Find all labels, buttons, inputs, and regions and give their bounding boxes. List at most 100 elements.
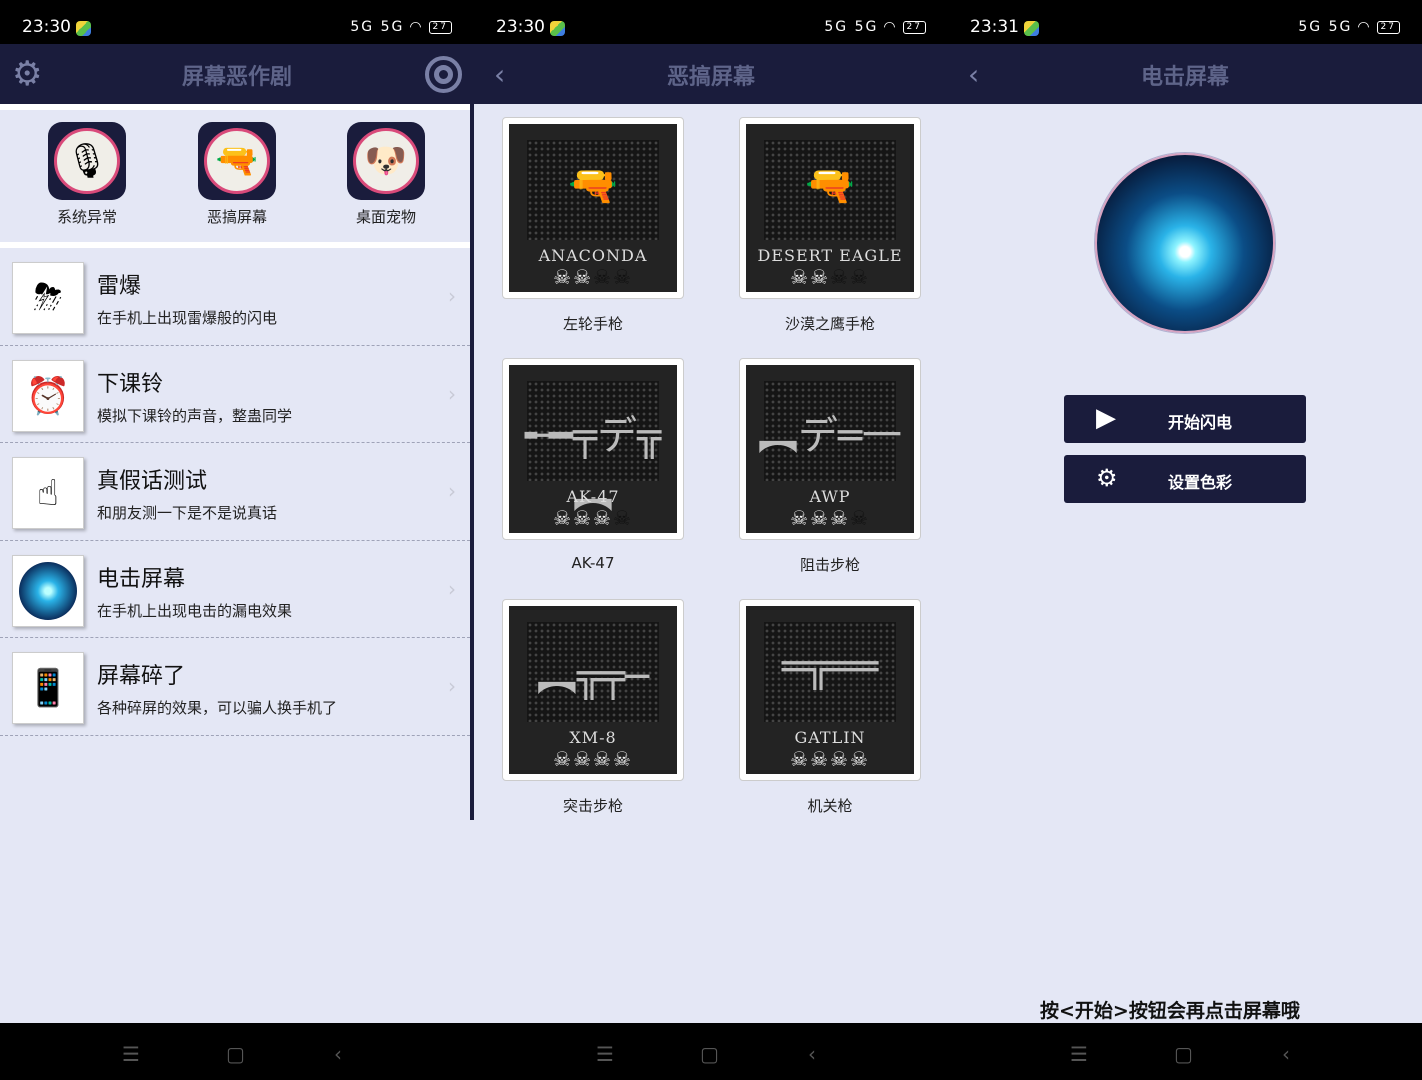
back-nav-icon[interactable]: ‹ [1282,1042,1290,1066]
menu-icon[interactable]: ☰ [596,1042,614,1066]
skull-icon: ☠ [612,265,633,289]
storm-icon: ⛈ [33,277,63,318]
category-prank-screen[interactable]: 🔫 恶搞屏幕 [187,122,287,227]
skull-rating: ☠☠☠☠ [509,747,677,771]
gun-name: DESERT EAGLE [757,246,903,265]
home-icon[interactable]: ▢ [1174,1042,1193,1066]
gun-caption: 突击步枪 [562,797,623,815]
item-subtitle: 和朋友测一下是不是说真话 [97,504,278,522]
gun-name: XM-8 [569,728,617,747]
list-item[interactable]: 📱 屏幕碎了 各种碎屏的效果，可以骗人换手机了 › [0,638,470,736]
gun-item[interactable]: ︻デ═一 AWP ☠☠☠☠ 阻击步枪 [739,358,921,575]
item-subtitle: 在手机上出现电击的漏电效果 [97,601,293,620]
list-item[interactable]: ⏰ 下课铃 模拟下课铃的声音，整蛊同学 › [0,346,470,443]
page-title: 恶搞屏幕 [666,65,755,90]
skull-icon: ☠ [849,747,870,771]
gun-card: 🔫 DESERT EAGLE ☠☠☠☠ [739,117,921,299]
home-icon[interactable]: ▢ [226,1042,245,1066]
skull-rating: ☠☠☠☠ [746,747,914,771]
camera-shutter-icon[interactable] [425,56,462,93]
category-label: 恶搞屏幕 [206,208,267,226]
skull-icon: ☠ [612,506,633,530]
gun-caption: AK-47 [571,554,615,572]
skull-rating: ☠☠☠☠ [746,265,914,289]
system-nav-bar: ☰ ▢ ‹ [948,1023,1422,1080]
menu-icon[interactable]: ☰ [1070,1042,1088,1066]
signal-icon: 5G 5G [350,19,405,35]
chevron-right-icon: › [448,479,456,503]
gun-item[interactable]: 🔫 DESERT EAGLE ☠☠☠☠ 沙漠之鹰手枪 [739,117,921,334]
skull-icon: ☠ [573,747,593,771]
category-system-error[interactable]: 🎙 系统异常 [37,122,137,227]
back-nav-icon[interactable]: ‹ [334,1042,342,1066]
item-subtitle: 各种碎屏的效果，可以骗人换手机了 [97,699,338,717]
status-icons: 5G 5G ◠ 27 [824,19,926,35]
skull-icon: ☠ [593,747,613,771]
menu-icon[interactable]: ☰ [122,1042,140,1066]
list-item[interactable]: 电击屏幕 在手机上出现电击的漏电效果 › [0,541,470,638]
wifi-icon: ◠ [1357,19,1372,35]
prank-screen: 23:30 5G 5G ◠ 27 ‹ 恶搞屏幕 🔫 ANACONDA ☠☠☠☠ 左轮手枪 🔫… [474,0,948,1080]
skull-icon: ☠ [573,265,593,289]
phone-icon: 📱 [25,668,71,709]
skull-icon: ☠ [553,747,574,771]
feature-list: ⛈ 雷爆 在手机上出现雷爆般的闪电 › ⏰ 下课铃 模拟下课铃的声音，整蛊同学 … [0,248,470,736]
gun-name: AK-47 [566,487,620,506]
dog-icon: 🐶 [353,128,419,194]
hint-text: 按<开始>按钮会再点击屏幕哦 [1040,1000,1300,1022]
gun-item[interactable]: 🔫 ANACONDA ☠☠☠☠ 左轮手枪 [502,117,684,334]
app-notification-icon [1024,21,1039,36]
fingerprint-icon: ☝ [37,472,59,514]
skull-rating: ☠☠☠☠ [509,506,677,530]
skull-rating: ☠☠☠☠ [746,506,914,530]
pistol-icon: 🔫 [204,128,270,194]
main-menu-screen: 23:30 5G 5G ◠ 27 ⚙ 屏幕恶作剧 🎙 系统异常 🔫 恶搞屏幕 🐶 桌… [0,0,474,1080]
status-bar: 23:31 5G 5G ◠ 27 [948,0,1422,44]
gun-icon: 🔫 [568,163,618,209]
skull-icon: ☠ [612,747,633,771]
category-label: 系统异常 [56,208,117,226]
gun-caption: 左轮手枪 [562,315,623,333]
item-title: 屏幕碎了 [97,664,186,689]
battery-icon: 27 [1376,20,1400,34]
gun-name: GATLIN [794,728,866,747]
top-bar: ⚙ 屏幕恶作剧 [0,44,474,104]
back-nav-icon[interactable]: ‹ [808,1042,816,1066]
skull-icon: ☠ [810,747,830,771]
skull-icon: ☠ [553,265,574,289]
gun-item[interactable]: ═╦══ GATLIN ☠☠☠☠ 机关枪 [739,599,921,816]
gun-item[interactable]: ︻╦╤─ XM-8 ☠☠☠☠ 突击步枪 [502,599,684,816]
chevron-right-icon: › [448,284,456,308]
gun-name: AWP [809,487,851,506]
status-bar: 23:30 5G 5G ◠ 27 [474,0,948,44]
chevron-right-icon: › [448,674,456,698]
skull-icon: ☠ [810,506,830,530]
electric-screen: 23:31 5G 5G ◠ 27 ‹ 电击屏幕 ▶ 开始闪电 ⚙ 设置色彩 按<开始… [948,0,1422,1080]
item-title: 雷爆 [97,274,142,299]
app-notification-icon [550,21,565,36]
gun-name: ANACONDA [538,246,648,265]
skull-icon: ☠ [790,265,811,289]
list-item[interactable]: ☝ 真假话测试 和朋友测一下是不是说真话 › [0,443,470,541]
category-desktop-pet[interactable]: 🐶 桌面宠物 [336,122,436,227]
gun-item[interactable]: ╾━╤デ╦︻ AK-47 ☠☠☠☠ AK-47 [502,358,684,572]
page-title: 电击屏幕 [1140,65,1229,90]
home-icon[interactable]: ▢ [700,1042,719,1066]
item-subtitle: 在手机上出现雷爆般的闪电 [97,309,278,327]
status-bar: 23:30 5G 5G ◠ 27 [0,0,474,44]
wifi-icon: ◠ [883,19,898,35]
start-lightning-button[interactable]: ▶ 开始闪电 [1064,395,1306,443]
set-color-button[interactable]: ⚙ 设置色彩 [1064,455,1306,503]
list-item[interactable]: ⛈ 雷爆 在手机上出现雷爆般的闪电 › [0,248,470,346]
top-bar: ‹ 电击屏幕 [948,44,1422,104]
skull-icon: ☠ [830,265,850,289]
button-label: 设置色彩 [1167,473,1232,492]
item-title: 下课铃 [97,371,164,397]
status-icons: 5G 5G ◠ 27 [1298,19,1400,35]
gun-caption: 沙漠之鹰手枪 [784,315,875,333]
skull-icon: ☠ [849,265,870,289]
skull-icon: ☠ [790,506,811,530]
gun-card: ︻╦╤─ XM-8 ☠☠☠☠ [502,599,684,781]
system-nav-bar: ☰ ▢ ‹ [0,1023,474,1080]
chevron-right-icon: › [448,576,456,601]
